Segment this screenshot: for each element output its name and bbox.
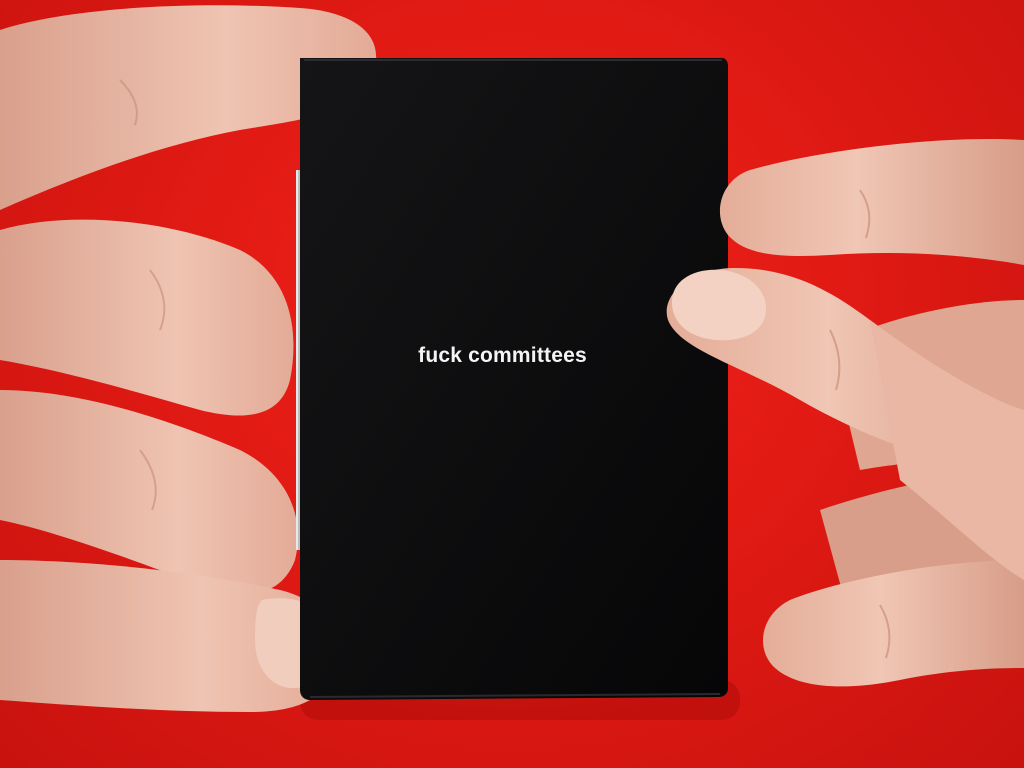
booklet-cover-text: fuck committees xyxy=(418,344,587,367)
booklet xyxy=(296,58,728,700)
photo-scene: fuck committees xyxy=(0,0,1024,768)
photo-illustration xyxy=(0,5,1024,720)
